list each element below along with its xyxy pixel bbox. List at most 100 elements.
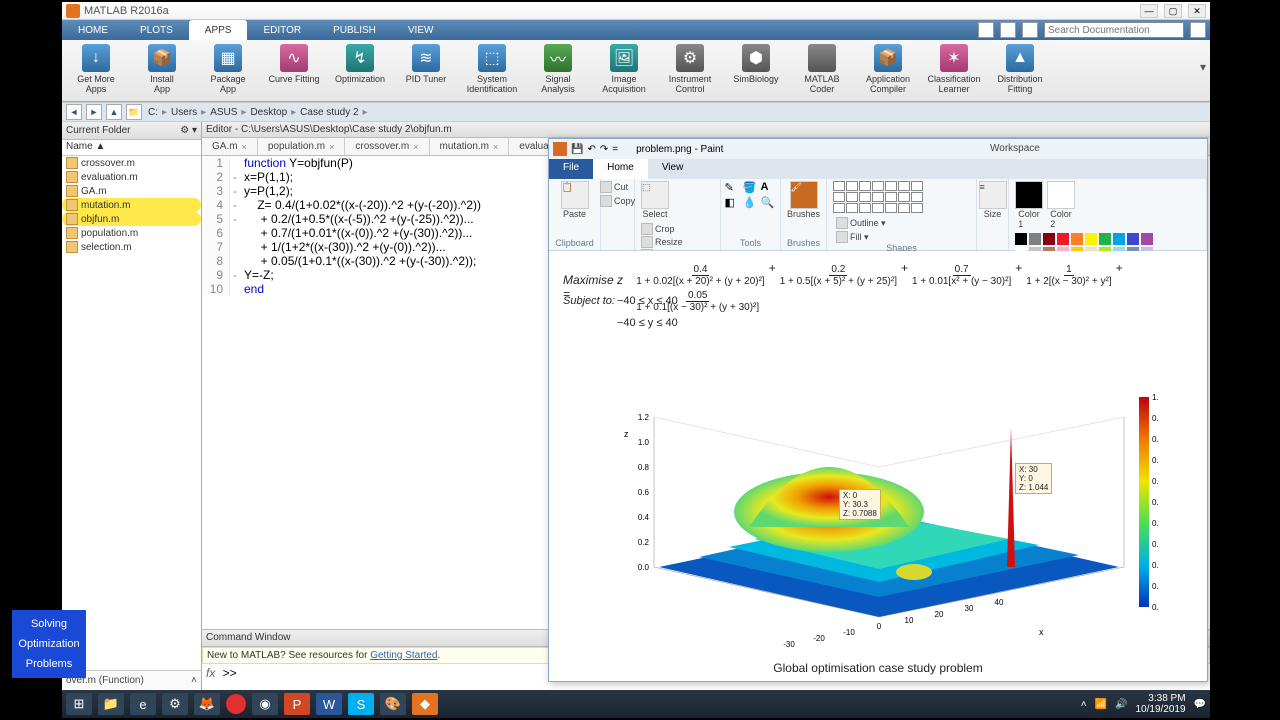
search-doc-input[interactable]: [1044, 22, 1184, 38]
clock-time[interactable]: 3:38 PM: [1135, 693, 1185, 704]
tray-volume-icon[interactable]: 🔊: [1115, 699, 1127, 710]
breadcrumb[interactable]: C:: [146, 107, 160, 118]
matlab-taskbar-icon[interactable]: ◆: [412, 693, 438, 715]
color2-button[interactable]: Color 2: [1047, 181, 1075, 229]
toolstrip-more-icon[interactable]: ▾: [1200, 60, 1206, 74]
close-button[interactable]: ✕: [1188, 4, 1206, 18]
tray-up-icon[interactable]: ˄: [1081, 699, 1087, 710]
maximize-button[interactable]: ▢: [1164, 4, 1182, 18]
nav-up-button[interactable]: ▲: [106, 104, 122, 120]
color-swatch[interactable]: [1113, 233, 1125, 245]
layout-icon[interactable]: [1000, 22, 1016, 38]
app-curve-fitting[interactable]: ∿Curve Fitting: [266, 42, 322, 84]
main-tab-home[interactable]: HOME: [62, 20, 124, 40]
start-button[interactable]: ⊞: [66, 693, 92, 715]
file-item[interactable]: mutation.m: [62, 198, 201, 212]
shapes-gallery[interactable]: [833, 181, 923, 213]
file-item[interactable]: GA.m: [62, 184, 201, 198]
brushes-button[interactable]: 🖌Brushes: [787, 181, 820, 219]
nav-fwd-button[interactable]: ►: [86, 104, 102, 120]
powerpoint-icon[interactable]: P: [284, 693, 310, 715]
record-icon[interactable]: [226, 694, 246, 714]
paint-taskbar-icon[interactable]: 🎨: [380, 693, 406, 715]
breadcrumb[interactable]: Case study 2: [298, 107, 360, 118]
tab-close-icon[interactable]: ×: [329, 142, 334, 152]
breadcrumb[interactable]: Users: [169, 107, 199, 118]
browse-button[interactable]: 📁: [126, 104, 142, 120]
app-system-identification[interactable]: ⬚SystemIdentification: [464, 42, 520, 94]
expand-details-icon[interactable]: ˄: [191, 675, 197, 686]
app-application-compiler[interactable]: 📦ApplicationCompiler: [860, 42, 916, 94]
app-simbiology[interactable]: ⬢SimBiology: [728, 42, 784, 84]
color-swatch[interactable]: [1071, 233, 1083, 245]
paste-button[interactable]: 📋Paste: [561, 181, 589, 219]
color-swatch[interactable]: [1099, 233, 1111, 245]
color-swatch[interactable]: [1141, 233, 1153, 245]
app-image-acquisition[interactable]: 🖼ImageAcquisition: [596, 42, 652, 94]
word-icon[interactable]: W: [316, 693, 342, 715]
paint-tab-file[interactable]: File: [549, 159, 593, 179]
app-distribution-fitting[interactable]: ▲DistributionFitting: [992, 42, 1048, 94]
undo-icon[interactable]: ↶: [587, 144, 595, 155]
color-swatch[interactable]: [1015, 233, 1027, 245]
main-tab-editor[interactable]: EDITOR: [247, 20, 317, 40]
color-swatch[interactable]: [1043, 233, 1055, 245]
eraser-tool-icon[interactable]: ◧: [725, 196, 741, 209]
getting-started-link[interactable]: Getting Started: [370, 650, 437, 661]
tab-close-icon[interactable]: ×: [413, 142, 418, 152]
app-optimization[interactable]: ↯Optimization: [332, 42, 388, 84]
redo-icon[interactable]: ↷: [600, 144, 608, 155]
copy-button[interactable]: Copy: [600, 195, 635, 207]
picker-tool-icon[interactable]: 💧: [743, 196, 759, 209]
color-swatch[interactable]: [1085, 233, 1097, 245]
editor-tab[interactable]: GA.m×: [202, 138, 258, 155]
color1-button[interactable]: Color 1: [1015, 181, 1043, 229]
nav-back-button[interactable]: ◄: [66, 104, 82, 120]
firefox-icon[interactable]: 🦊: [194, 693, 220, 715]
tray-wifi-icon[interactable]: 📶: [1095, 699, 1107, 710]
main-tab-plots[interactable]: PLOTS: [124, 20, 189, 40]
settings-icon[interactable]: ⚙: [162, 693, 188, 715]
skype-icon[interactable]: S: [348, 693, 374, 715]
select-button[interactable]: ⬚Select: [641, 181, 669, 219]
text-tool-icon[interactable]: A: [761, 181, 777, 193]
color-swatch[interactable]: [1029, 233, 1041, 245]
name-column-header[interactable]: Name ▲: [62, 140, 201, 156]
chrome-icon[interactable]: ◉: [252, 693, 278, 715]
cut-button[interactable]: Cut: [600, 181, 628, 193]
app-get-more-apps[interactable]: ↓Get MoreApps: [68, 42, 124, 94]
app-classification-learner[interactable]: ✶ClassificationLearner: [926, 42, 982, 94]
app-matlab-coder[interactable]: MATLAB Coder: [794, 42, 850, 94]
file-item[interactable]: crossover.m: [62, 156, 201, 170]
breadcrumb[interactable]: ASUS: [208, 107, 239, 118]
paint-tab-view[interactable]: View: [648, 159, 698, 179]
main-tab-view[interactable]: VIEW: [392, 20, 450, 40]
app-signal-analysis[interactable]: 〰Signal Analysis: [530, 42, 586, 94]
editor-tab[interactable]: population.m×: [258, 138, 346, 155]
pencil-tool-icon[interactable]: ✎: [725, 181, 741, 194]
file-item[interactable]: evaluation.m: [62, 170, 201, 184]
main-tab-apps[interactable]: APPS: [189, 20, 248, 40]
help-icon[interactable]: [978, 22, 994, 38]
minimize-button[interactable]: —: [1140, 4, 1158, 18]
taskbar[interactable]: ⊞ 📁 e ⚙ 🦊 ◉ P W S 🎨 ◆ ˄ 📶 🔊 3:38 PM 10/1…: [62, 690, 1210, 718]
editor-tab[interactable]: crossover.m×: [345, 138, 429, 155]
main-tab-publish[interactable]: PUBLISH: [317, 20, 392, 40]
app-install-app[interactable]: 📦InstallApp: [134, 42, 190, 94]
breadcrumb[interactable]: Desktop: [248, 107, 289, 118]
app-pid-tuner[interactable]: ≋PID Tuner: [398, 42, 454, 84]
tab-close-icon[interactable]: ×: [493, 142, 498, 152]
file-item[interactable]: population.m: [62, 226, 201, 240]
fill-button[interactable]: Fill ▾: [836, 231, 886, 243]
file-item[interactable]: objfun.m: [62, 212, 201, 226]
fill-tool-icon[interactable]: 🪣: [743, 181, 759, 194]
app-package-app[interactable]: ▦PackageApp: [200, 42, 256, 94]
zoom-tool-icon[interactable]: 🔍: [761, 196, 777, 209]
crop-button[interactable]: Crop: [641, 223, 689, 235]
outline-button[interactable]: Outline ▾: [836, 217, 886, 229]
resize-button[interactable]: Resize: [641, 236, 689, 248]
edge-icon[interactable]: e: [130, 693, 156, 715]
color-swatch[interactable]: [1127, 233, 1139, 245]
app-instrument-control[interactable]: ⚙InstrumentControl: [662, 42, 718, 94]
quick-save-icon[interactable]: 💾: [571, 144, 583, 155]
